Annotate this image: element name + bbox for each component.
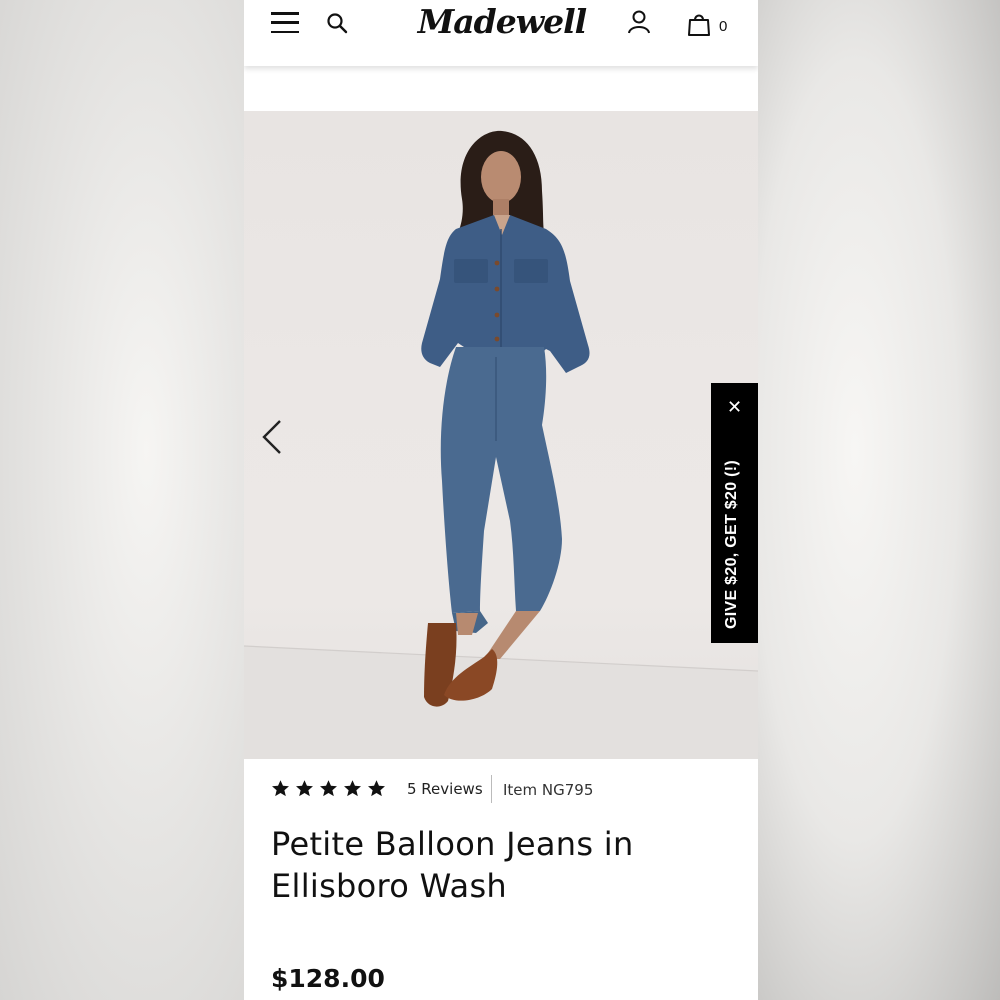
product-price: $128.00 bbox=[271, 964, 385, 993]
brand-logo-text: Madewell bbox=[417, 2, 587, 41]
divider bbox=[491, 775, 492, 803]
chevron-left-icon[interactable] bbox=[258, 415, 288, 459]
star-icon bbox=[296, 780, 313, 797]
bag-icon[interactable] bbox=[688, 12, 710, 36]
background-blur-left bbox=[0, 0, 244, 1000]
header-spacer bbox=[244, 66, 758, 111]
reviews-link[interactable]: 5 Reviews bbox=[407, 780, 483, 798]
product-image-carousel[interactable] bbox=[244, 111, 758, 759]
site-header: Madewell 0 bbox=[244, 0, 758, 66]
product-title: Petite Balloon Jeans in Ellisboro Wash bbox=[271, 825, 634, 905]
account-icon[interactable] bbox=[627, 9, 651, 35]
background-blur-right bbox=[758, 0, 1000, 1000]
star-icon bbox=[272, 780, 289, 797]
menu-icon[interactable] bbox=[271, 12, 299, 34]
star-rating[interactable] bbox=[271, 779, 386, 798]
brand-logo[interactable]: Madewell bbox=[414, 0, 590, 50]
star-icon bbox=[344, 780, 361, 797]
item-number: Item NG795 bbox=[503, 781, 594, 799]
search-icon[interactable] bbox=[326, 12, 348, 34]
rating-row: 5 Reviews Item NG795 bbox=[271, 775, 741, 805]
cart-count: 0 bbox=[719, 18, 728, 35]
close-icon[interactable]: ✕ bbox=[711, 397, 758, 418]
referral-promo-tab[interactable]: ✕ GIVE $20, GET $20 (!) bbox=[711, 383, 758, 643]
star-icon bbox=[368, 780, 385, 797]
promo-label[interactable]: GIVE $20, GET $20 (!) bbox=[723, 429, 741, 629]
product-photo bbox=[244, 130, 758, 759]
mobile-viewport: Madewell 0 ✕ GIVE $20, GET $20 (!) 5 Rev… bbox=[244, 0, 758, 1000]
star-icon bbox=[320, 780, 337, 797]
